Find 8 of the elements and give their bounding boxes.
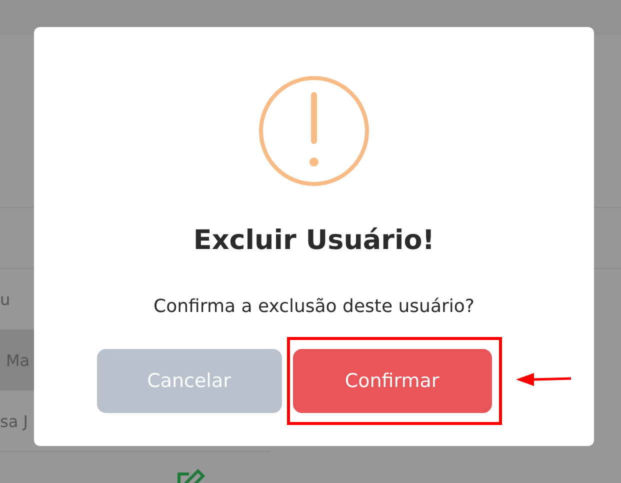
warning-icon — [258, 75, 370, 187]
confirm-button[interactable]: Confirmar — [292, 349, 492, 413]
table-cell: u — [0, 290, 10, 308]
table-cell: sa J — [0, 412, 28, 430]
dialog-title: Excluir Usuário! — [193, 225, 435, 256]
annotation-arrow — [516, 372, 572, 386]
dialog-message: Confirma a exclusão deste usuário? — [154, 296, 474, 317]
cancel-button[interactable]: Cancelar — [96, 349, 282, 413]
